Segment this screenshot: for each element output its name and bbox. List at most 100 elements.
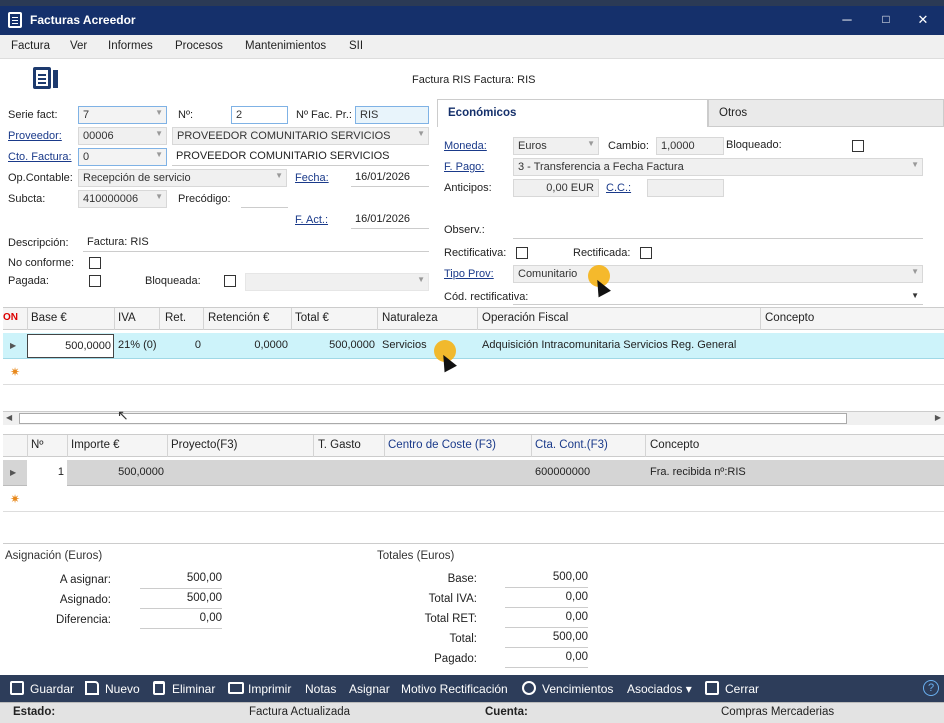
col-importe[interactable]: Importe € bbox=[71, 439, 120, 451]
menu-ver[interactable]: Ver bbox=[70, 40, 87, 52]
eliminar-button[interactable]: Eliminar bbox=[172, 682, 215, 696]
totalret-label: Total RET: bbox=[424, 613, 477, 625]
proveedor-code: 00006 bbox=[83, 130, 114, 142]
col-total[interactable]: Total € bbox=[295, 312, 329, 324]
totalret-value: 0,00 bbox=[505, 611, 588, 628]
cell-total[interactable]: 500,0000 bbox=[295, 339, 375, 351]
ctofactura-code-field[interactable]: 0 ▼ bbox=[78, 148, 167, 166]
horizontal-scrollbar[interactable]: ◀ ▶ bbox=[3, 411, 944, 425]
cuenta-value: Compras Mercaderias bbox=[721, 706, 835, 718]
cambio-field[interactable]: 1,0000 bbox=[656, 137, 724, 155]
bloqueada-checkbox[interactable] bbox=[224, 275, 236, 287]
tab-economicos[interactable]: Económicos bbox=[437, 99, 708, 127]
motivo-rectificacion-button[interactable]: Motivo Rectificación bbox=[401, 682, 508, 696]
cerrar-button[interactable]: Cerrar bbox=[725, 682, 759, 696]
col-naturaleza[interactable]: Naturaleza bbox=[382, 312, 438, 324]
scrollbar-thumb[interactable] bbox=[19, 413, 847, 424]
cell-naturaleza[interactable]: Servicios bbox=[382, 339, 427, 351]
cc-field[interactable] bbox=[647, 179, 724, 197]
bloqueada-motivo-select[interactable]: ▼ bbox=[245, 273, 429, 291]
subcta-value: 410000006 bbox=[83, 193, 139, 205]
anticipos-field[interactable]: 0,00 EUR bbox=[513, 179, 599, 197]
moneda-link[interactable]: Moneda: bbox=[444, 140, 487, 152]
opcontable-field[interactable]: Recepción de servicio ▼ bbox=[78, 169, 287, 187]
serie-field[interactable]: 7 ▼ bbox=[78, 106, 167, 124]
fpago-link[interactable]: F. Pago: bbox=[444, 161, 484, 173]
col-tgasto[interactable]: T. Gasto bbox=[318, 439, 361, 451]
tab-otros[interactable]: Otros bbox=[708, 99, 944, 127]
cell-operacion-fiscal[interactable]: Adquisición Intracomunitaria Servicios R… bbox=[482, 339, 736, 351]
new-row[interactable]: ✷ bbox=[3, 359, 944, 385]
fact-link[interactable]: F. Act.: bbox=[295, 214, 328, 226]
menu-mantenimientos[interactable]: Mantenimientos bbox=[245, 40, 326, 52]
menu-factura[interactable]: Factura bbox=[11, 40, 50, 52]
cell-num[interactable]: 1 bbox=[27, 460, 67, 486]
cell-retencion[interactable]: 0,0000 bbox=[208, 339, 288, 351]
nfacpr-field[interactable]: RIS bbox=[355, 106, 429, 124]
menu-procesos[interactable]: Procesos bbox=[175, 40, 223, 52]
col-cta-cont[interactable]: Cta. Cont.(F3) bbox=[535, 439, 608, 451]
menu-sii[interactable]: SII bbox=[349, 40, 363, 52]
col-retencion[interactable]: Retención € bbox=[208, 312, 269, 324]
col-proyecto[interactable]: Proyecto(F3) bbox=[171, 439, 237, 451]
col-iva[interactable]: IVA bbox=[118, 312, 136, 324]
guardar-button[interactable]: Guardar bbox=[30, 682, 74, 696]
num-field[interactable]: 2 bbox=[231, 106, 288, 124]
close-button[interactable]: ✕ bbox=[913, 12, 933, 28]
col-ret[interactable]: Ret. bbox=[165, 312, 186, 324]
subcta-field[interactable]: 410000006 ▼ bbox=[78, 190, 167, 208]
fecha-field[interactable]: 16/01/2026 bbox=[351, 169, 429, 187]
col-centro-coste[interactable]: Centro de Coste (F3) bbox=[388, 439, 496, 451]
table-row[interactable]: ▶ 500,0000 21% (0) 0 0,0000 500,0000 Ser… bbox=[3, 333, 944, 359]
cell-importe[interactable]: 500,0000 bbox=[71, 466, 164, 478]
imprimir-button[interactable]: Imprimir bbox=[248, 682, 291, 696]
tipoprov-field[interactable]: Comunitario ▼ bbox=[513, 265, 923, 283]
table-row[interactable]: ▶ 1 500,0000 600000000 Fra. recibida nº:… bbox=[3, 460, 944, 486]
notas-button[interactable]: Notas bbox=[305, 682, 336, 696]
ctofactura-link[interactable]: Cto. Factura: bbox=[8, 151, 72, 163]
col-concepto[interactable]: Concepto bbox=[765, 312, 814, 324]
maximize-button[interactable]: □ bbox=[876, 12, 896, 26]
opcontable-label: Op.Contable: bbox=[8, 172, 73, 184]
observ-field[interactable] bbox=[513, 221, 923, 239]
fpago-field[interactable]: 3 - Transferencia a Fecha Factura ▼ bbox=[513, 158, 923, 176]
proveedor-code-field[interactable]: 00006 ▼ bbox=[78, 127, 167, 145]
asignado-value: 500,00 bbox=[140, 592, 222, 609]
menu-informes[interactable]: Informes bbox=[108, 40, 153, 52]
pagada-checkbox[interactable] bbox=[89, 275, 101, 287]
new-row[interactable]: ✷ bbox=[3, 486, 944, 512]
cell-concepto2[interactable]: Fra. recibida nº:RIS bbox=[650, 466, 746, 478]
col-num[interactable]: Nº bbox=[31, 439, 44, 451]
proveedor-name-field[interactable]: PROVEEDOR COMUNITARIO SERVICIOS ▼ bbox=[172, 127, 429, 145]
moneda-field[interactable]: Euros ▼ bbox=[513, 137, 599, 155]
cell-ret[interactable]: 0 bbox=[165, 339, 201, 351]
noconforme-label: No conforme: bbox=[8, 257, 75, 269]
chevron-down-icon: ▼ bbox=[587, 139, 595, 148]
col-base[interactable]: Base € bbox=[31, 312, 67, 324]
vencimientos-button[interactable]: Vencimientos bbox=[542, 682, 613, 696]
cell-base[interactable]: 500,0000 bbox=[27, 334, 114, 358]
fact-field[interactable]: 16/01/2026 bbox=[351, 211, 429, 229]
save-icon bbox=[10, 681, 24, 695]
nuevo-button[interactable]: Nuevo bbox=[105, 682, 140, 696]
tipoprov-link[interactable]: Tipo Prov: bbox=[444, 268, 494, 280]
cell-cta-cont[interactable]: 600000000 bbox=[535, 466, 590, 478]
help-icon[interactable]: ? bbox=[923, 680, 939, 696]
asociados-button[interactable]: Asociados ▾ bbox=[627, 682, 692, 696]
noconforme-checkbox[interactable] bbox=[89, 257, 101, 269]
rectificativa-checkbox[interactable] bbox=[516, 247, 528, 259]
proveedor-link[interactable]: Proveedor: bbox=[8, 130, 62, 142]
asignar-button[interactable]: Asignar bbox=[349, 682, 390, 696]
fecha-link[interactable]: Fecha: bbox=[295, 172, 329, 184]
descripcion-field[interactable]: Factura: RIS bbox=[83, 234, 429, 252]
precodigo-field[interactable] bbox=[241, 190, 288, 208]
col-concepto2[interactable]: Concepto bbox=[650, 439, 699, 451]
cell-iva[interactable]: 21% (0) bbox=[118, 339, 157, 351]
codrect-field[interactable]: ▼ bbox=[513, 287, 923, 305]
cc-link[interactable]: C.C.: bbox=[606, 182, 631, 194]
rectificada-checkbox[interactable] bbox=[640, 247, 652, 259]
asignacion-title: Asignación (Euros) bbox=[5, 550, 103, 562]
minimize-button[interactable]: ─ bbox=[837, 12, 857, 27]
bloqueado-checkbox[interactable] bbox=[852, 140, 864, 152]
col-operacion-fiscal[interactable]: Operación Fiscal bbox=[482, 312, 568, 324]
